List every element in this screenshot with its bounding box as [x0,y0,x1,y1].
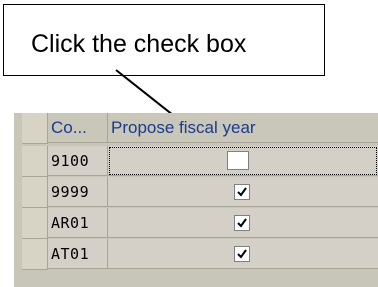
row-selector[interactable] [22,208,48,239]
propose-fiscal-year-cell [108,146,378,176]
propose-fiscal-year-checkbox[interactable] [234,246,250,262]
propose-fiscal-year-checkbox[interactable] [227,151,249,170]
row-selector[interactable] [22,239,48,270]
row-selector[interactable] [22,177,48,208]
table-row: 9100 [14,146,378,177]
checkmark-icon [237,218,247,228]
callout-text: Click the check box [31,30,247,58]
checkmark-icon [237,187,247,197]
checkmark-icon [237,249,247,259]
propose-fiscal-year-cell [108,177,378,207]
table-row: 9999 [14,177,378,208]
table-header-row: Co... Propose fiscal year [14,113,378,144]
propose-fiscal-year-checkbox[interactable] [234,215,250,231]
company-code-cell: AR01 [48,208,108,238]
company-code-cell: AT01 [48,239,108,269]
propose-fiscal-year-cell [108,208,378,238]
column-header-code[interactable]: Co... [48,113,108,143]
column-header-propose-fiscal-year[interactable]: Propose fiscal year [108,113,378,143]
fiscal-year-table: Co... Propose fiscal year 9100 9999 AR01… [14,113,378,287]
propose-fiscal-year-checkbox[interactable] [234,184,250,200]
company-code-cell: 9100 [48,146,108,176]
table-row: AT01 [14,239,378,270]
select-all-cell[interactable] [22,113,48,144]
table-row: AR01 [14,208,378,239]
propose-fiscal-year-cell [108,239,378,269]
company-code-cell: 9999 [48,177,108,207]
row-selector[interactable] [22,146,48,177]
callout-box: Click the check box [3,4,325,76]
